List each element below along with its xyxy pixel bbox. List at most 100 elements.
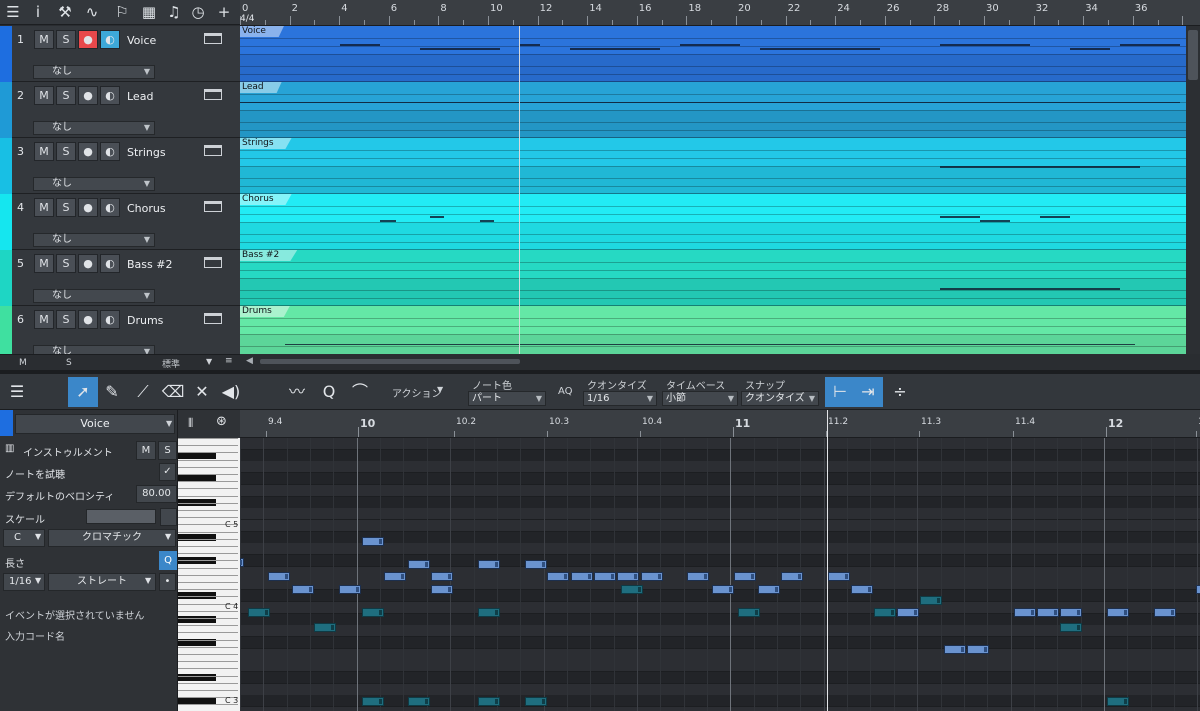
horizontal-scroll-thumb[interactable] xyxy=(260,359,520,364)
midi-note[interactable] xyxy=(362,608,384,617)
midi-note[interactable] xyxy=(339,585,361,594)
midi-note[interactable] xyxy=(431,585,453,594)
pencil-tool-icon[interactable]: ✎ xyxy=(97,377,127,407)
black-key[interactable] xyxy=(178,697,216,705)
instrument-keyboard-icon[interactable] xyxy=(204,145,222,156)
instrument-keyboard-icon[interactable] xyxy=(204,89,222,100)
track-input-select[interactable]: なし xyxy=(33,65,155,79)
midi-note[interactable] xyxy=(758,585,780,594)
monitor-button[interactable]: ◐ xyxy=(100,310,120,329)
track-lane[interactable]: Bass #2 xyxy=(240,250,1186,306)
monitor-button[interactable]: ◐ xyxy=(100,198,120,217)
midi-note[interactable] xyxy=(362,537,384,546)
score-icon[interactable]: ♫ xyxy=(163,2,185,22)
track-input-select[interactable]: なし xyxy=(33,121,155,135)
midi-note[interactable] xyxy=(571,572,593,581)
velocity-icon[interactable]: 〰 xyxy=(282,377,312,407)
editor-menu-icon[interactable]: ☰ xyxy=(2,377,32,407)
track-color-strip[interactable] xyxy=(0,250,12,306)
scale-chevron-icon[interactable]: ▼ xyxy=(165,532,171,541)
track-solo-button[interactable]: S xyxy=(56,142,76,161)
record-arm-button[interactable]: ● xyxy=(78,86,98,105)
midi-note[interactable] xyxy=(478,697,500,706)
midi-note[interactable] xyxy=(874,608,896,617)
monitor-button[interactable]: ◐ xyxy=(100,86,120,105)
length-chevron-icon[interactable]: ▼ xyxy=(35,576,41,585)
black-key[interactable] xyxy=(178,615,216,623)
track-input-select[interactable]: なし xyxy=(33,177,155,191)
track-input-select[interactable]: なし xyxy=(33,289,155,303)
record-arm-button[interactable]: ● xyxy=(78,30,98,49)
add-track-icon[interactable]: + xyxy=(213,2,235,22)
record-arm-button[interactable]: ● xyxy=(78,254,98,273)
midi-note[interactable] xyxy=(547,572,569,581)
midi-note[interactable] xyxy=(292,585,314,594)
instrument-keyboard-icon[interactable] xyxy=(204,201,222,212)
midi-note[interactable] xyxy=(738,608,760,617)
quantize-select[interactable]: 1/16 xyxy=(583,391,657,406)
midi-note[interactable] xyxy=(967,645,989,654)
track-name[interactable]: Drums xyxy=(127,314,163,327)
midi-note[interactable] xyxy=(1196,585,1200,594)
track-color-strip[interactable] xyxy=(0,26,12,82)
view-select[interactable]: 標準 xyxy=(162,357,180,370)
inspector-solo-button[interactable]: S xyxy=(158,441,177,460)
midi-note[interactable] xyxy=(248,608,270,617)
arrange-ruler[interactable]: 0 2 4 6 8 10 12 14 16 18 20 22 24 26 28 30 32 34 36 xyxy=(240,0,1200,26)
track-solo-button[interactable]: S xyxy=(56,310,76,329)
track-solo-button[interactable]: S xyxy=(56,30,76,49)
track-chevron-icon[interactable]: ▼ xyxy=(166,419,172,428)
midi-note[interactable] xyxy=(1154,608,1176,617)
track-name[interactable]: Lead xyxy=(127,90,153,103)
inspector-track-name[interactable]: Voice xyxy=(15,414,175,434)
midi-note[interactable] xyxy=(362,697,384,706)
instrument-keyboard-icon[interactable] xyxy=(204,33,222,44)
track-color-strip[interactable] xyxy=(0,138,12,194)
track-solo-button[interactable]: S xyxy=(56,86,76,105)
track-lane[interactable]: Voice xyxy=(240,26,1186,82)
automation-icon[interactable]: ∿ xyxy=(81,2,103,22)
track-input-select[interactable]: なし xyxy=(33,233,155,247)
piano-keyboard[interactable]: C 5 C 4 C 3 xyxy=(178,438,240,711)
length-dot-icon[interactable]: • xyxy=(159,573,176,591)
midi-note[interactable] xyxy=(851,585,873,594)
event-title[interactable]: Bass #2 xyxy=(240,250,298,261)
action-menu[interactable]: アクション xyxy=(392,385,442,400)
event-title[interactable]: Lead xyxy=(240,82,282,93)
track-row[interactable]: 2 M S ● ◐ Lead なし xyxy=(0,82,240,138)
timebase-select[interactable]: 小節 xyxy=(662,391,738,406)
midi-note[interactable] xyxy=(1107,608,1129,617)
split-icon[interactable]: ÷ xyxy=(885,377,915,407)
track-row[interactable]: 5 M S ● ◐ Bass #2 なし xyxy=(0,250,240,306)
track-color-strip[interactable] xyxy=(0,194,12,250)
track-mute-button[interactable]: M xyxy=(34,310,54,329)
midi-note[interactable] xyxy=(525,697,547,706)
track-name[interactable]: Voice xyxy=(127,34,156,47)
arrange-lanes[interactable]: Voice Lead Strings Chorus Bass #2 Drums xyxy=(240,26,1186,354)
quantize-icon[interactable]: Q xyxy=(314,377,344,407)
preview-checkbox[interactable]: ✓ xyxy=(159,463,176,481)
global-mute-button[interactable]: M xyxy=(19,358,27,368)
record-arm-button[interactable]: ● xyxy=(78,198,98,217)
pianoroll-ruler[interactable]: 9.41010.210.310.41111.211.311.41212.2 xyxy=(240,410,1200,438)
track-row[interactable]: 4 M S ● ◐ Chorus なし xyxy=(0,194,240,250)
midi-note[interactable] xyxy=(920,596,942,605)
midi-note[interactable] xyxy=(781,572,803,581)
velocity-input[interactable]: 80.00 xyxy=(136,485,177,503)
inspector-mute-button[interactable]: M xyxy=(136,441,156,460)
midi-note[interactable] xyxy=(828,572,850,581)
midi-note[interactable] xyxy=(478,608,500,617)
instrument-keyboard-icon[interactable] xyxy=(204,313,222,324)
track-color-strip[interactable] xyxy=(0,82,12,138)
midi-note[interactable] xyxy=(1037,608,1059,617)
monitor-button[interactable]: ◐ xyxy=(100,30,120,49)
midi-note[interactable] xyxy=(734,572,756,581)
track-lane[interactable]: Chorus xyxy=(240,194,1186,250)
midi-note[interactable] xyxy=(594,572,616,581)
track-mute-button[interactable]: M xyxy=(34,30,54,49)
horizontal-scrollbar[interactable]: ◀ xyxy=(240,354,1200,370)
aq-button[interactable]: AQ xyxy=(558,386,573,397)
track-lane[interactable]: Drums xyxy=(240,306,1186,354)
track-mute-button[interactable]: M xyxy=(34,142,54,161)
midi-note[interactable] xyxy=(408,697,430,706)
